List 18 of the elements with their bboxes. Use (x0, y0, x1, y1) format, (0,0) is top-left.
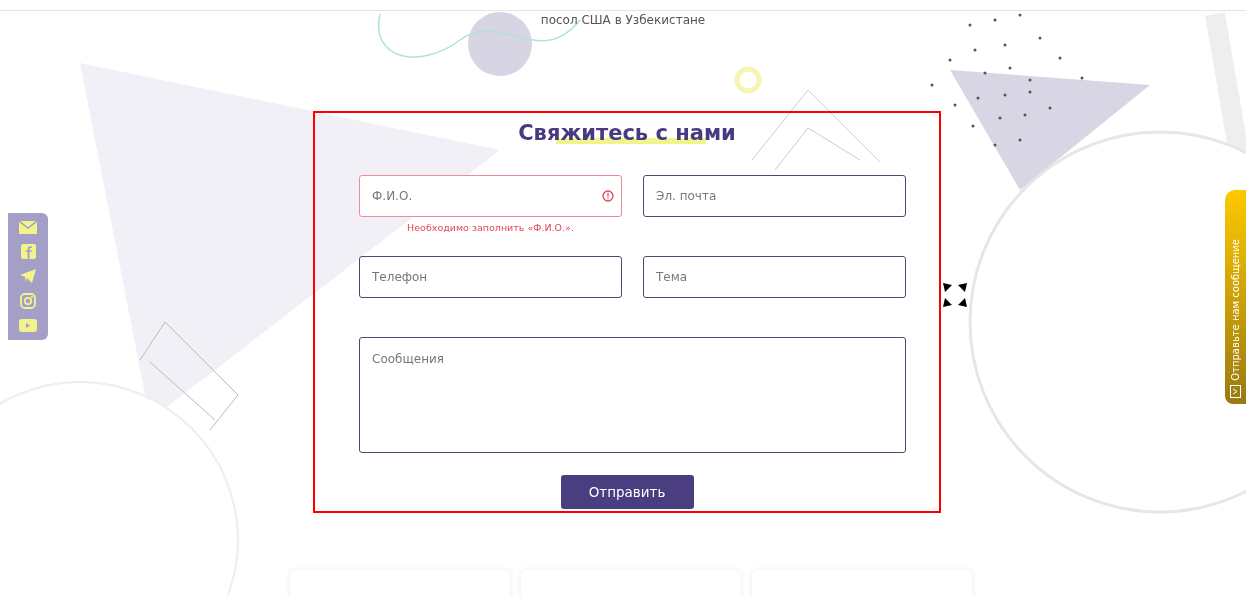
paper-plane-icon[interactable] (20, 269, 36, 283)
submit-button[interactable]: Отправить (560, 475, 694, 509)
message-icon (1230, 385, 1241, 398)
error-message: Необходимо заполнить «Ф.И.О.». (406, 221, 575, 235)
circle-shape (468, 12, 532, 76)
message-field[interactable]: Сообщения (359, 337, 906, 453)
input-field[interactable]: Эл. почта (643, 175, 906, 217)
input-field[interactable]: Ф.И.О. (359, 175, 622, 217)
error-icon (602, 190, 614, 202)
caption-text: посол США в Узбекистане (540, 13, 706, 27)
ring-shape (734, 66, 762, 94)
input-field[interactable]: Телефон (359, 256, 622, 298)
facebook-icon[interactable] (20, 244, 36, 259)
instagram-icon[interactable] (20, 293, 36, 309)
fullscreen-icon[interactable] (942, 282, 968, 308)
video-play-icon[interactable] (19, 319, 37, 332)
mail-icon[interactable] (19, 221, 37, 234)
input-field[interactable]: Тема (643, 256, 906, 298)
